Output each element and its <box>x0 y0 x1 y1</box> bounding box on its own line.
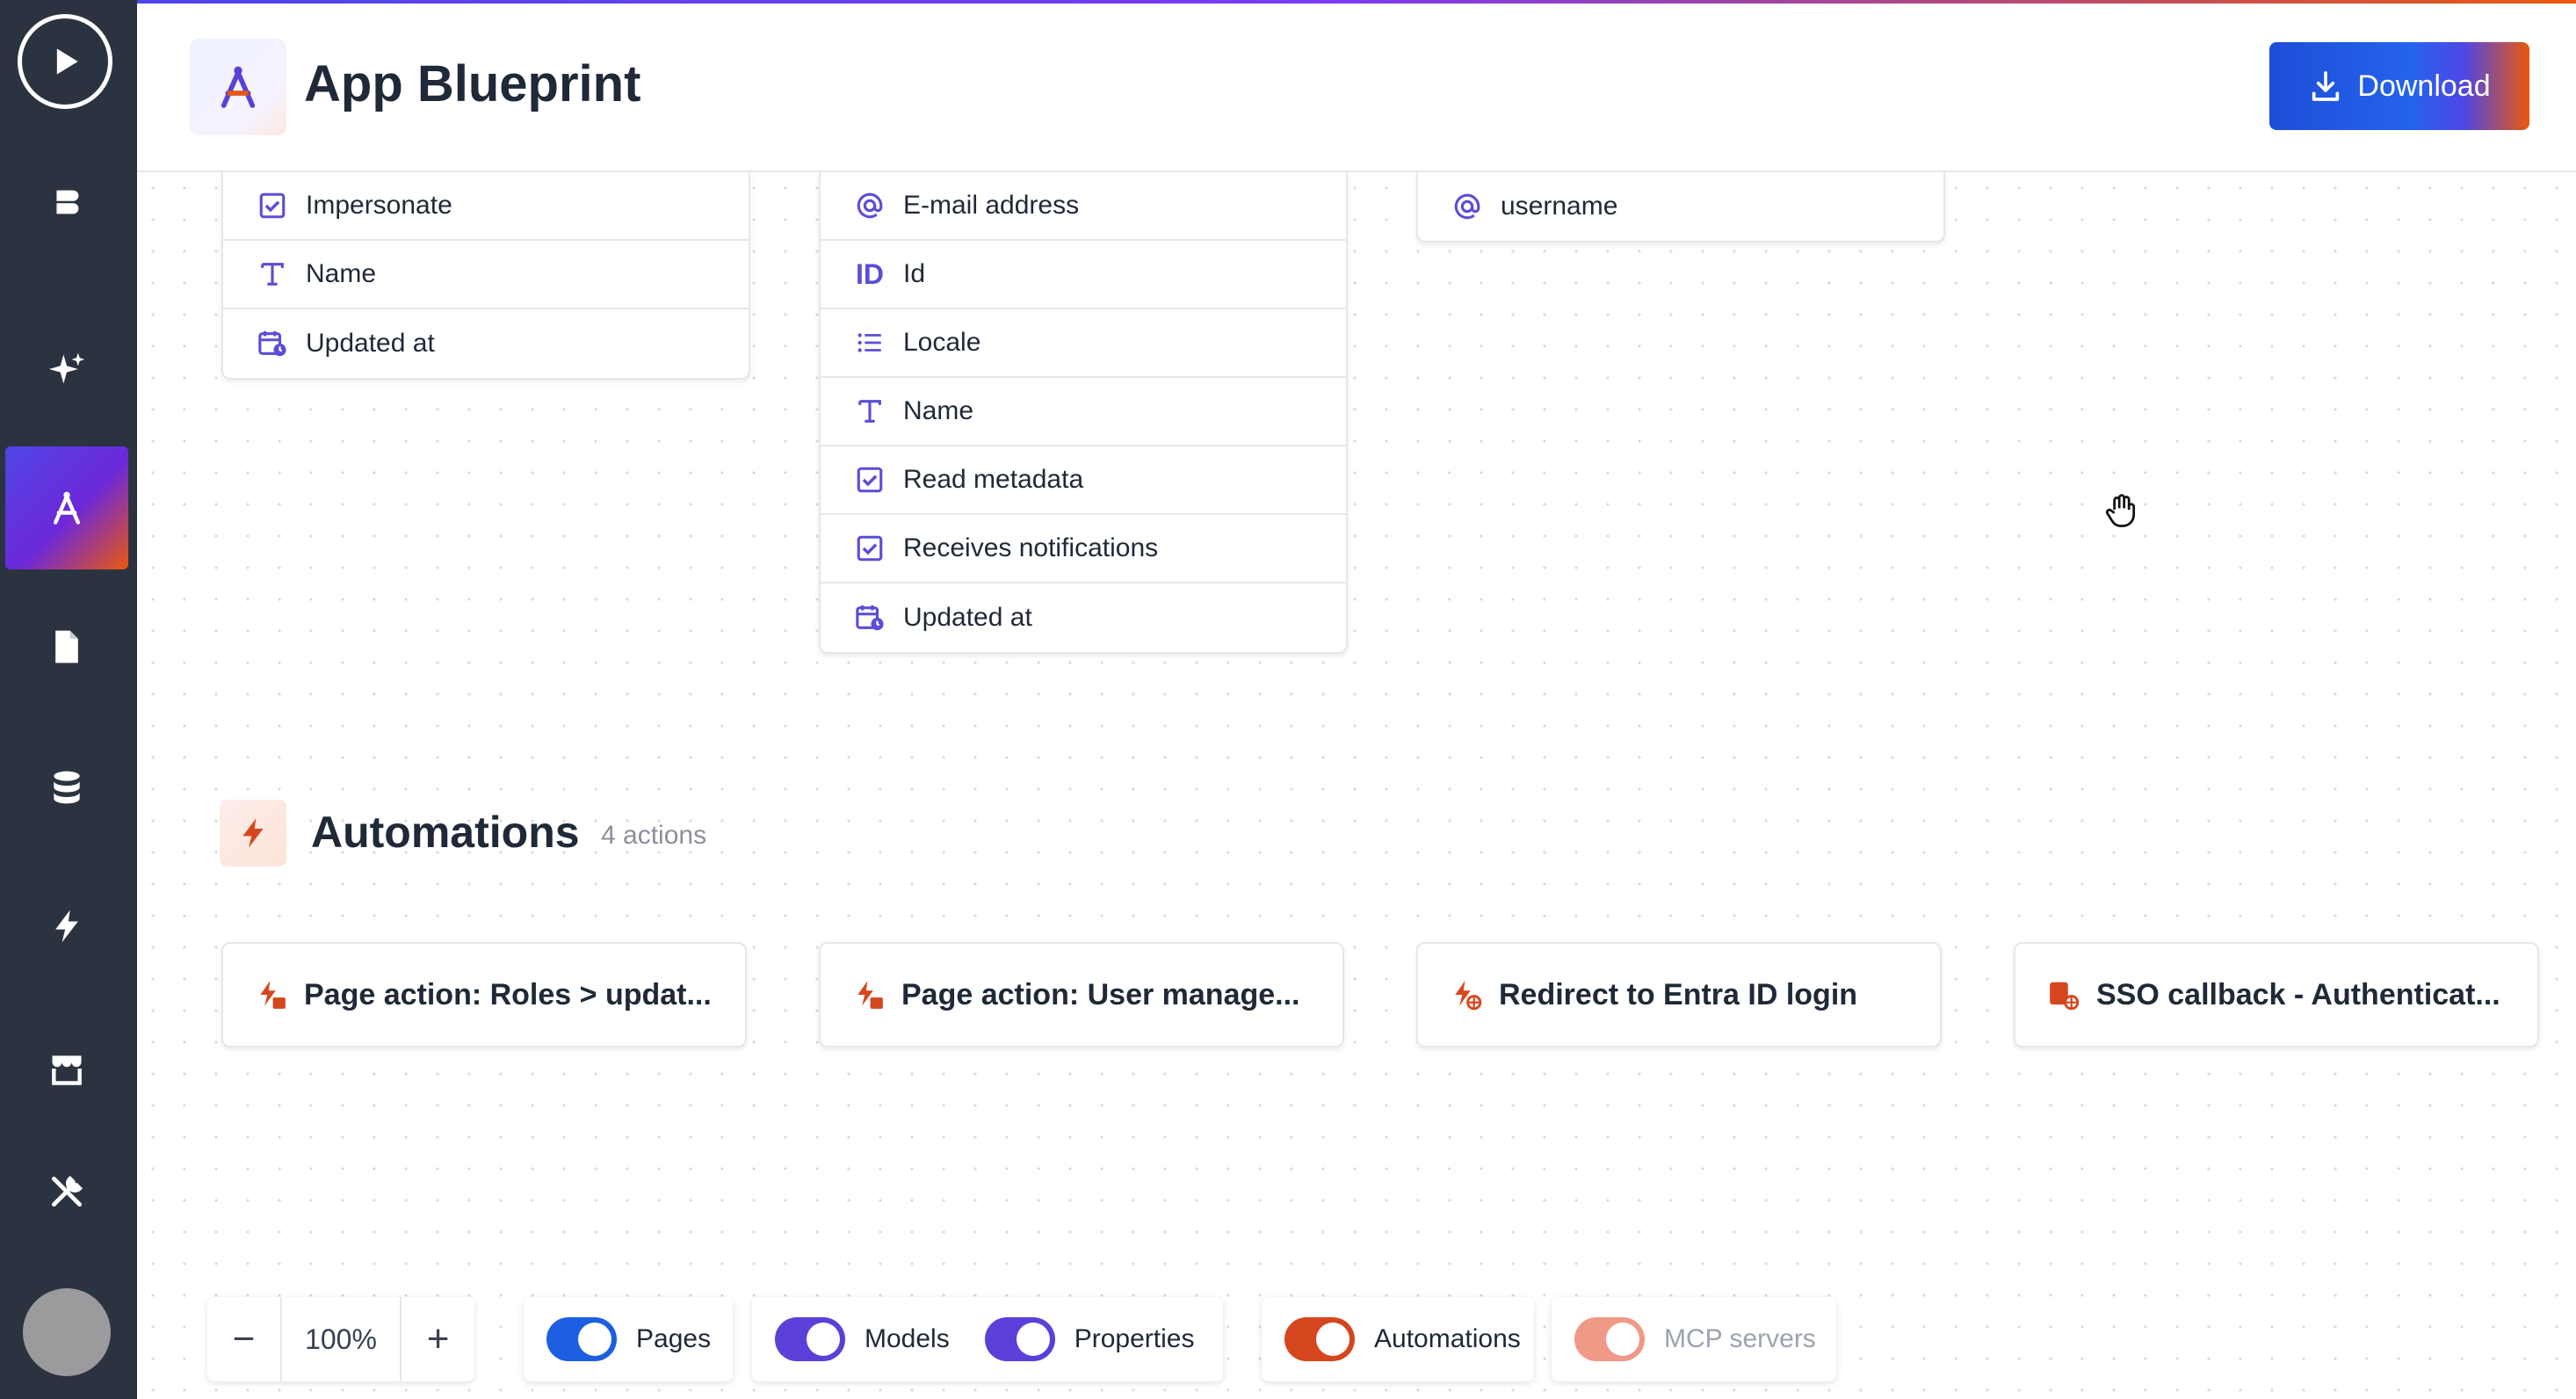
action-label: SSO callback - Authenticat... <box>2096 977 2500 1011</box>
blueprint-icon <box>53 491 81 525</box>
hand-cursor-icon <box>2105 494 2136 527</box>
property-label: Receives notifications <box>903 533 1159 562</box>
sidebar-item-automations[interactable] <box>5 865 128 988</box>
property-label: Id <box>903 259 926 288</box>
pages-toggle[interactable] <box>546 1317 617 1361</box>
tools-icon <box>51 1175 83 1207</box>
property-label: Updated at <box>903 603 1032 632</box>
automations-toggle-label: Automations <box>1374 1324 1521 1353</box>
sidebar-item-layers[interactable] <box>5 141 128 264</box>
property-label: Name <box>903 396 974 425</box>
database-icon <box>54 771 80 804</box>
sidebar-item-pages[interactable] <box>5 585 128 708</box>
property-row[interactable]: Locale <box>821 309 1346 378</box>
page-action-icon <box>260 981 286 1009</box>
properties-toggle-label: Properties <box>1074 1324 1195 1353</box>
property-label: username <box>1501 192 1618 221</box>
zoom-in-button[interactable]: + <box>402 1297 474 1381</box>
page-action-icon <box>857 981 883 1009</box>
sidebar-item-sparkle[interactable] <box>5 308 128 431</box>
layers-icon <box>54 188 81 216</box>
action-card[interactable]: SSO callback - Authenticat... <box>2014 942 2539 1047</box>
checkbox-icon <box>255 188 290 223</box>
document-icon <box>55 630 78 663</box>
sparkle-icon <box>48 352 85 384</box>
checkbox-icon <box>852 462 887 497</box>
models-toggle-group: Models Properties <box>752 1297 1223 1381</box>
mcp-toggle-group: MCP servers <box>1552 1297 1836 1381</box>
email-icon <box>852 188 887 223</box>
sidebar-item-tools[interactable] <box>5 1130 128 1253</box>
action-label: Redirect to Entra ID login <box>1499 977 1858 1011</box>
web-action-icon <box>1455 981 1482 1011</box>
header: App Blueprint Download <box>137 4 2576 172</box>
property-label: Updated at <box>306 329 435 358</box>
text-icon <box>255 257 290 292</box>
automations-title: Automations <box>311 808 580 857</box>
download-icon <box>2312 71 2340 101</box>
model-card[interactable]: E-mail address ID Id Locale Name Read me… <box>819 172 1348 654</box>
pages-toggle-label: Pages <box>636 1324 712 1353</box>
action-card[interactable]: Page action: Roles > updat... <box>221 942 747 1047</box>
automations-count: 4 actions <box>601 821 707 850</box>
property-label: Impersonate <box>306 191 452 220</box>
properties-toggle[interactable] <box>984 1317 1055 1361</box>
models-toggle[interactable] <box>775 1317 845 1361</box>
page-title: App Blueprint <box>304 55 641 112</box>
datetime-icon <box>852 600 887 635</box>
action-card[interactable]: Page action: User manage... <box>819 942 1344 1047</box>
id-icon: ID <box>856 257 884 290</box>
models-toggle-label: Models <box>865 1324 950 1353</box>
property-label: Read metadata <box>903 465 1084 494</box>
zoom-control: − 100% + <box>207 1297 474 1381</box>
email-icon <box>1450 189 1485 224</box>
endpoint-action-icon <box>2050 982 2080 1011</box>
action-card[interactable]: Redirect to Entra ID login <box>1416 942 1942 1047</box>
avatar[interactable] <box>23 1288 111 1376</box>
model-card[interactable]: username <box>1416 172 1945 243</box>
list-icon <box>852 325 887 360</box>
zoom-out-button[interactable]: − <box>207 1297 280 1381</box>
property-row[interactable]: Updated at <box>821 584 1346 652</box>
property-row[interactable]: username <box>1418 172 1943 241</box>
action-label: Page action: Roles > updat... <box>304 977 712 1011</box>
text-icon <box>852 394 887 429</box>
property-row[interactable]: Read metadata <box>821 446 1346 515</box>
download-label: Download <box>2357 69 2491 103</box>
automations-icon <box>220 800 286 866</box>
property-row[interactable]: Name <box>821 378 1346 446</box>
sidebar-item-blueprint[interactable] <box>5 446 128 569</box>
download-button[interactable]: Download <box>2269 42 2529 130</box>
property-label: Name <box>306 259 377 288</box>
blueprint-canvas[interactable]: Impersonate Name Updated at E-mail addre… <box>137 172 2576 1399</box>
play-icon <box>56 48 78 75</box>
mcp-servers-toggle-label: MCP servers <box>1664 1324 1816 1353</box>
property-row[interactable]: Receives notifications <box>821 515 1346 584</box>
model-card[interactable]: Impersonate Name Updated at <box>221 172 750 380</box>
checkbox-icon <box>852 531 887 566</box>
property-label: Locale <box>903 328 981 357</box>
sidebar <box>0 0 137 1399</box>
property-row[interactable]: Name <box>223 241 749 309</box>
property-label: E-mail address <box>903 191 1080 220</box>
store-icon <box>52 1055 82 1085</box>
pages-toggle-group: Pages <box>524 1297 733 1381</box>
play-button[interactable] <box>18 14 112 109</box>
lightning-icon <box>55 910 78 943</box>
sidebar-item-store[interactable] <box>5 1007 128 1130</box>
sidebar-item-database[interactable] <box>5 726 128 849</box>
action-label: Page action: User manage... <box>901 977 1300 1011</box>
property-row[interactable]: Impersonate <box>223 172 749 241</box>
property-row[interactable]: E-mail address <box>821 172 1346 241</box>
property-row[interactable]: ID Id <box>821 241 1346 309</box>
automations-toggle-group: Automations <box>1262 1297 1534 1381</box>
property-row[interactable]: Updated at <box>223 309 749 378</box>
automations-toggle[interactable] <box>1284 1317 1355 1361</box>
blueprint-logo-icon <box>190 39 286 135</box>
mcp-servers-toggle[interactable] <box>1574 1317 1645 1361</box>
datetime-icon <box>255 326 290 361</box>
zoom-level: 100% <box>279 1297 402 1381</box>
